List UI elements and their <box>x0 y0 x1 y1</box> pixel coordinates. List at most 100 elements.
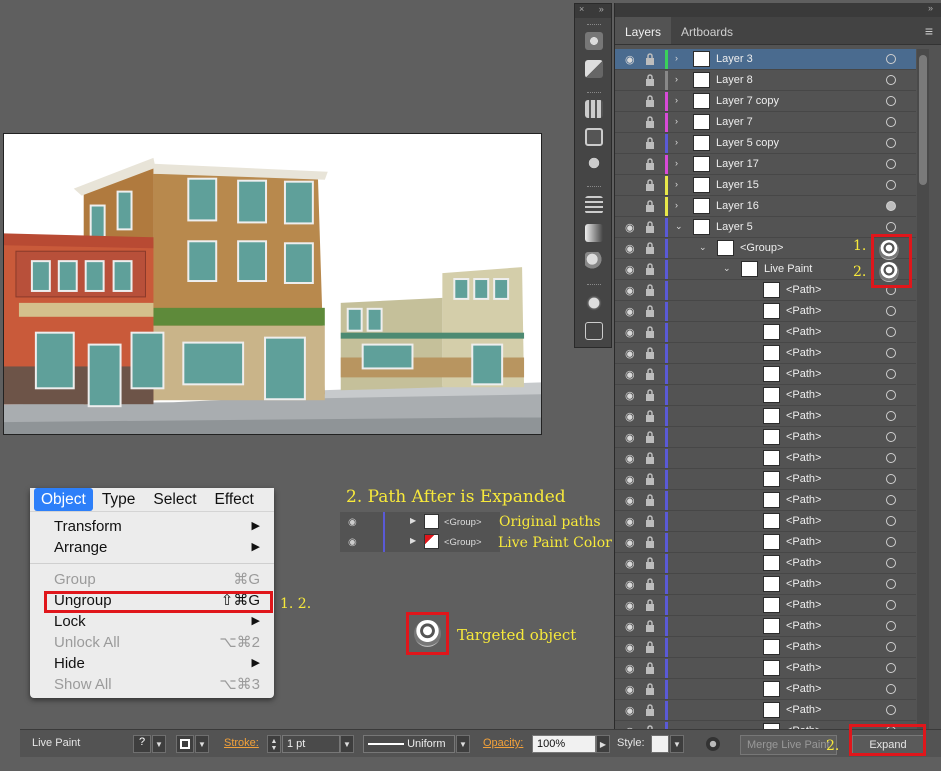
lock-icon[interactable] <box>645 452 655 464</box>
lock-icon[interactable] <box>645 641 655 653</box>
eye-icon[interactable]: ◉ <box>625 620 635 633</box>
eye-icon[interactable]: ◉ <box>625 242 635 255</box>
menu-object[interactable]: Object <box>34 488 93 511</box>
menu-item-show-all[interactable]: Show All ⌥⌘3 <box>30 674 274 695</box>
eye-icon[interactable]: ◉ <box>348 537 357 548</box>
lock-icon[interactable] <box>645 326 655 338</box>
menu-select[interactable]: Select <box>144 488 205 511</box>
layer-row[interactable]: ◉ <Path> <box>615 616 916 637</box>
eye-icon[interactable]: ◉ <box>625 557 635 570</box>
lock-icon[interactable] <box>645 137 655 149</box>
lock-icon[interactable] <box>645 704 655 716</box>
merge-live-paint-button[interactable]: Merge Live Paint <box>740 735 837 755</box>
target-circle-icon[interactable] <box>886 537 896 547</box>
collapse-icon[interactable]: » <box>928 3 933 13</box>
target-circle-icon[interactable] <box>886 180 896 190</box>
lock-icon[interactable] <box>645 599 655 611</box>
target-circle-icon[interactable] <box>886 600 896 610</box>
stroke-weight-field[interactable]: 1 pt <box>282 735 340 753</box>
layer-row[interactable]: ◉ › Layer 3 <box>615 49 916 70</box>
grip-handle[interactable] <box>587 92 601 94</box>
opacity-label[interactable]: Opacity: <box>483 737 523 749</box>
lock-icon[interactable] <box>645 263 655 275</box>
eye-icon[interactable]: ◉ <box>625 284 635 297</box>
menu-item-transform[interactable]: Transform ▶ <box>30 516 274 537</box>
layer-row[interactable]: ◉ <Path> <box>615 322 916 343</box>
layer-row[interactable]: › Layer 5 copy <box>615 133 916 154</box>
layer-row[interactable]: ◉ ▶ <Group> <box>340 512 500 532</box>
layer-row[interactable]: ◉ <Path> <box>615 574 916 595</box>
grip-handle[interactable] <box>587 24 601 26</box>
layer-row[interactable]: ◉ <Path> <box>615 385 916 406</box>
lock-icon[interactable] <box>645 221 655 233</box>
lock-icon[interactable] <box>645 158 655 170</box>
target-circle-icon[interactable] <box>886 474 896 484</box>
layer-row[interactable]: › Layer 7 copy <box>615 91 916 112</box>
lock-icon[interactable] <box>645 95 655 107</box>
target-circle-icon[interactable] <box>886 201 896 211</box>
eye-icon[interactable]: ◉ <box>625 599 635 612</box>
lock-icon[interactable] <box>645 557 655 569</box>
target-circle-icon[interactable] <box>886 390 896 400</box>
lock-icon[interactable] <box>645 200 655 212</box>
lock-icon[interactable] <box>645 494 655 506</box>
profile-dropdown[interactable]: ▼ <box>456 735 470 753</box>
expand-triangle-icon[interactable]: › <box>675 158 678 168</box>
lock-icon[interactable] <box>645 662 655 674</box>
menu-item-arrange[interactable]: Arrange ▶ <box>30 537 274 558</box>
layer-row[interactable]: ◉ <Path> <box>615 679 916 700</box>
eye-icon[interactable]: ◉ <box>625 410 635 423</box>
layer-row[interactable]: ◉ <Path> <box>615 532 916 553</box>
target-circle-icon[interactable] <box>886 54 896 64</box>
opacity-dropdown[interactable]: ▶ <box>596 735 610 753</box>
graphic-styles-icon[interactable] <box>585 322 603 340</box>
layer-row[interactable]: › Layer 16 <box>615 196 916 217</box>
target-circle-icon[interactable] <box>886 558 896 568</box>
layer-row[interactable]: ◉ <Path> <box>615 595 916 616</box>
lock-icon[interactable] <box>645 683 655 695</box>
eye-icon[interactable]: ◉ <box>625 305 635 318</box>
eye-icon[interactable]: ◉ <box>625 347 635 360</box>
eye-icon[interactable]: ◉ <box>625 368 635 381</box>
eye-icon[interactable]: ◉ <box>625 53 635 66</box>
eye-icon[interactable]: ◉ <box>625 473 635 486</box>
stroke-dropdown[interactable]: ▼ <box>195 735 209 753</box>
expand-triangle-icon[interactable]: › <box>675 200 678 210</box>
target-circle-icon[interactable] <box>886 306 896 316</box>
brushes-icon[interactable] <box>585 128 603 146</box>
lock-icon[interactable] <box>645 116 655 128</box>
gradient-icon[interactable] <box>585 224 603 242</box>
eye-icon[interactable]: ◉ <box>625 494 635 507</box>
lock-icon[interactable] <box>645 515 655 527</box>
lock-icon[interactable] <box>645 389 655 401</box>
eye-icon[interactable]: ◉ <box>625 536 635 549</box>
target-circle-icon[interactable] <box>886 222 896 232</box>
color-palette-icon[interactable] <box>585 32 603 50</box>
target-circle-icon[interactable] <box>886 159 896 169</box>
layer-row[interactable]: ◉ <Path> <box>615 700 916 721</box>
eye-icon[interactable]: ◉ <box>625 431 635 444</box>
expand-triangle-icon[interactable]: ⌄ <box>699 242 707 253</box>
group-target-icon[interactable] <box>879 240 899 260</box>
target-circle-icon[interactable] <box>886 348 896 358</box>
expand-triangle-icon[interactable]: › <box>675 74 678 84</box>
color-guide-icon[interactable] <box>585 60 603 78</box>
menu-item-group[interactable]: Group ⌘G <box>30 569 274 590</box>
expand-triangle-icon[interactable]: › <box>675 179 678 189</box>
panel-menu-icon[interactable]: ≡ <box>925 17 941 44</box>
target-circle-icon[interactable] <box>886 411 896 421</box>
layer-row[interactable]: ◉ <Path> <box>615 448 916 469</box>
target-circle-icon[interactable] <box>886 117 896 127</box>
tab-artboards[interactable]: Artboards <box>671 17 743 44</box>
stroke-label[interactable]: Stroke: <box>224 737 259 749</box>
layer-row[interactable]: ◉ ▶ <Group> <box>340 532 500 552</box>
expand-triangle-icon[interactable]: › <box>675 95 678 105</box>
target-circle-icon[interactable] <box>886 96 896 106</box>
symbols-icon[interactable] <box>585 154 603 172</box>
layer-row[interactable]: ◉ <Path> <box>615 553 916 574</box>
expand-triangle-icon[interactable]: › <box>675 53 678 63</box>
target-circle-icon[interactable] <box>886 327 896 337</box>
layer-row[interactable]: › Layer 17 <box>615 154 916 175</box>
target-circle-icon[interactable] <box>886 495 896 505</box>
layers-scrollbar[interactable] <box>917 49 929 729</box>
